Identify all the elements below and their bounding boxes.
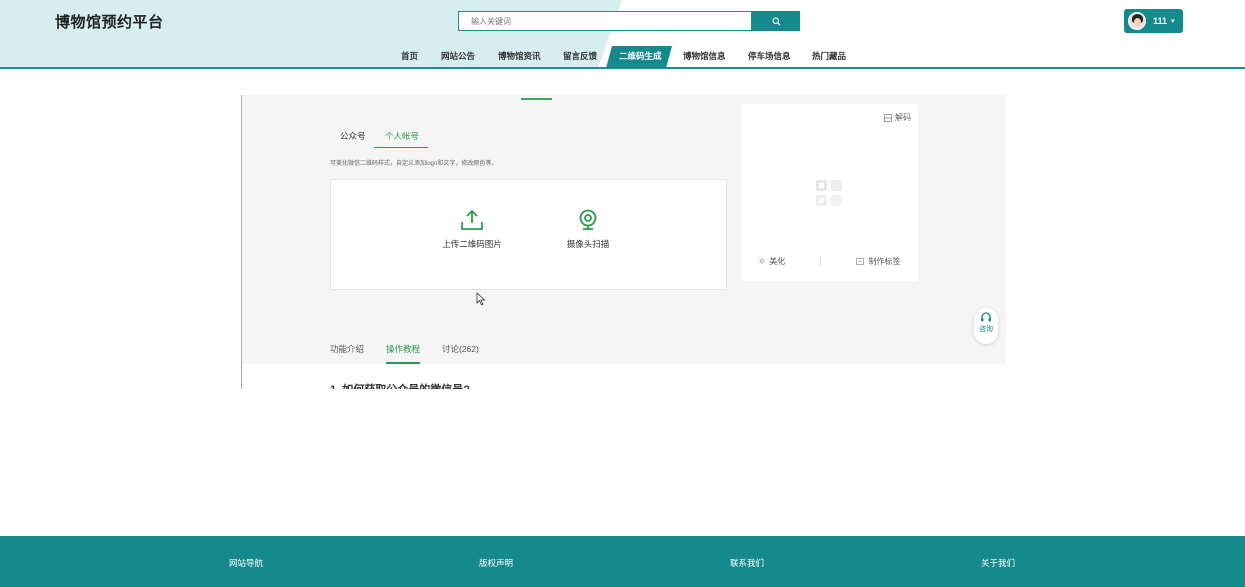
footer-link-copyright[interactable]: 版权声明 <box>479 557 513 569</box>
make-label-text: 制作标签 <box>868 256 901 266</box>
camera-scan-button[interactable]: 摄像头扫描 <box>557 209 619 250</box>
tab-underline <box>374 147 428 148</box>
preview-actions: ✲ 美化 制作标签 <box>741 255 918 267</box>
tutorial-heading: 1. 如何获取公众号的微信号? <box>330 381 490 389</box>
active-indicator <box>521 98 552 100</box>
beautify-button[interactable]: ✲ 美化 <box>759 256 786 267</box>
nav-item-feedback[interactable]: 留言反馈 <box>563 48 597 67</box>
user-name: 111 <box>1153 16 1168 26</box>
search-input[interactable] <box>458 11 752 31</box>
user-menu-button[interactable]: 111 ▾ <box>1124 9 1183 33</box>
decode-label: 解码 <box>895 113 911 122</box>
headset-icon <box>981 312 991 322</box>
tab-tutorial[interactable]: 操作教程 <box>386 343 420 355</box>
qr-generator-panel: 公众号 个人帐号 可美化微信二维码样式，自定义添加logo和文字，修改颜色等。 … <box>241 95 1006 389</box>
avatar <box>1128 12 1146 30</box>
qr-input-area: 上传二维码图片 摄像头扫描 <box>330 179 727 290</box>
sparkle-icon: ✲ <box>758 256 766 266</box>
info-tabs: 功能介绍 操作教程 讨论(262) <box>330 343 530 365</box>
footer-link-about[interactable]: 关于我们 <box>981 557 1015 569</box>
nav-item-qr-generator[interactable]: 二维码生成 <box>619 48 662 67</box>
webcam-icon <box>579 209 597 230</box>
main-nav: 首页 网站公告 博物馆资讯 留言反馈 二维码生成 博物馆信息 停车场信息 热门藏… <box>0 48 1245 67</box>
label-icon <box>856 257 865 265</box>
consult-label: 咨询 <box>979 326 993 333</box>
nav-item-museum-info[interactable]: 博物馆信息 <box>683 48 726 67</box>
nav-item-museum-news[interactable]: 博物馆资讯 <box>498 48 541 67</box>
nav-item-popular-collections[interactable]: 热门藏品 <box>812 48 846 67</box>
qr-placeholder-icon <box>816 180 842 206</box>
divider <box>820 256 822 266</box>
qr-preview-card: 解码 ✲ 美化 制作标签 <box>741 104 918 281</box>
nav-item-home[interactable]: 首页 <box>401 48 418 67</box>
site-footer: 网站导航 版权声明 联系我们 关于我们 <box>0 536 1245 587</box>
search-icon <box>772 17 780 25</box>
upload-qr-button[interactable]: 上传二维码图片 <box>437 209 507 250</box>
tab-feature-intro[interactable]: 功能介绍 <box>330 343 364 355</box>
footer-link-contact[interactable]: 联系我们 <box>730 557 764 569</box>
site-logo[interactable]: 博物馆预约平台 <box>55 11 164 32</box>
decode-icon <box>884 113 892 122</box>
nav-item-announcements[interactable]: 网站公告 <box>441 48 475 67</box>
tab-official-account[interactable]: 公众号 <box>340 130 366 142</box>
consult-button[interactable]: 咨询 <box>974 308 998 344</box>
search-bar <box>458 11 800 31</box>
camera-scan-label: 摄像头扫描 <box>566 239 610 249</box>
beautify-label: 美化 <box>769 256 786 266</box>
search-button[interactable] <box>752 11 800 31</box>
decode-button[interactable]: 解码 <box>884 112 911 123</box>
make-label-button[interactable]: 制作标签 <box>856 256 900 267</box>
tutorial-content: 1. 如何获取公众号的微信号? <box>242 364 1006 389</box>
upload-icon <box>461 209 483 230</box>
nav-item-parking-info[interactable]: 停车场信息 <box>748 48 791 67</box>
tab-personal-account[interactable]: 个人帐号 <box>385 130 419 142</box>
mouse-cursor-icon <box>476 292 486 306</box>
feature-description: 可美化微信二维码样式，自定义添加logo和文字，修改颜色等。 <box>330 161 498 167</box>
chevron-down-icon: ▾ <box>1171 18 1175 25</box>
footer-link-site-nav[interactable]: 网站导航 <box>229 557 263 569</box>
upload-qr-label: 上传二维码图片 <box>442 239 502 249</box>
tab-discussion[interactable]: 讨论(262) <box>442 343 479 355</box>
